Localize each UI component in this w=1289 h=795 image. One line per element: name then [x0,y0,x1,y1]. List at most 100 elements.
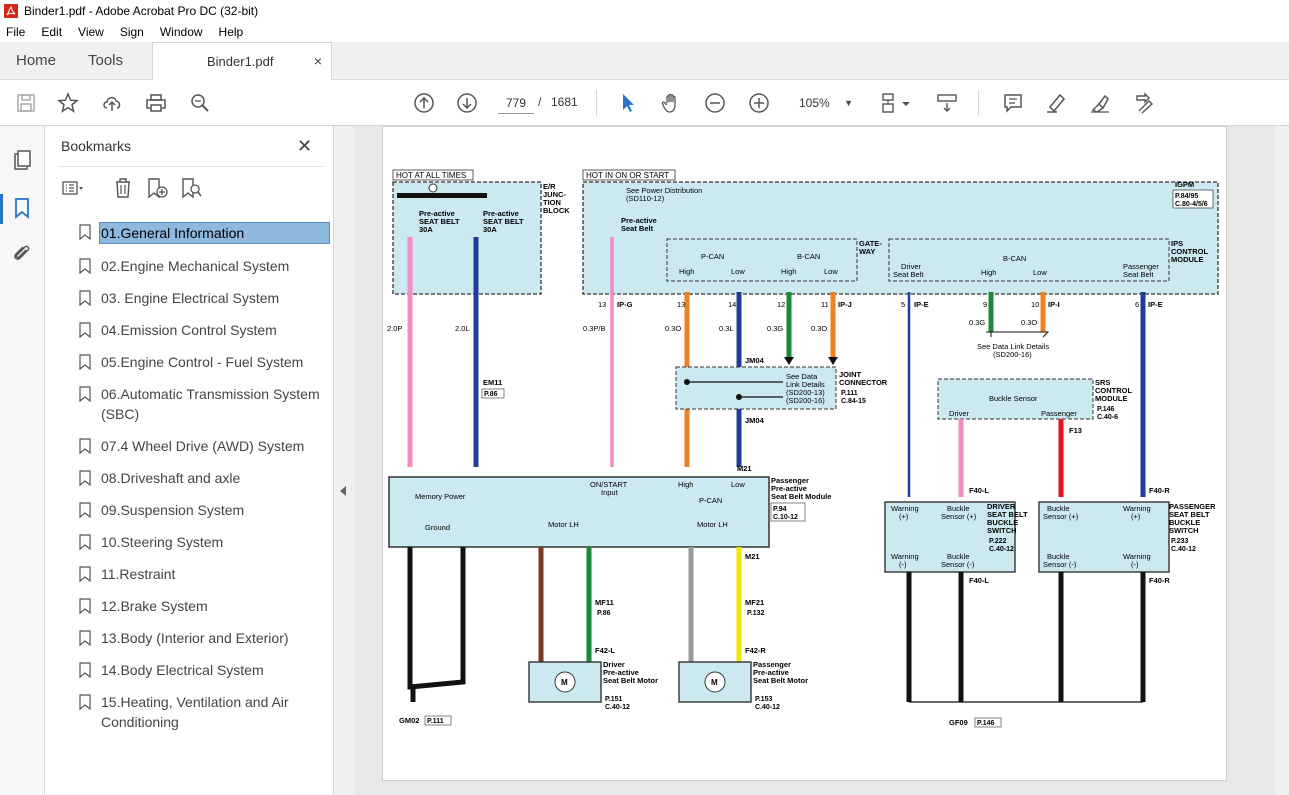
fill-sign-icon[interactable] [1132,91,1156,115]
bookmark-item[interactable]: 04.Emission Control System [75,320,330,340]
add-bookmark-icon[interactable] [145,176,169,200]
high-label-2: High [781,267,796,276]
pin-14: 14 [728,300,736,309]
select-cursor-icon[interactable] [616,91,640,115]
fuse1-line3: 30A [419,225,433,234]
bookmark-item[interactable]: 05.Engine Control - Fuel System [75,352,330,372]
bookmark-icon [79,470,91,486]
panel-collapse-strip[interactable] [334,126,354,795]
close-tab-icon[interactable]: × [314,53,322,69]
jc-node [736,394,742,400]
page-number-input[interactable]: 779 [498,92,534,114]
bookmarks-panel: Bookmarks ✕ 01.General Information 02.En… [45,126,334,795]
hand-tool-icon[interactable] [659,91,683,115]
highlight-pen-icon[interactable] [1044,91,1068,115]
fit-page-chevron-icon[interactable] [900,91,912,115]
bookmark-list: 01.General Information 02.Engine Mechani… [75,222,330,744]
zoom-out-icon[interactable] [703,91,727,115]
bookmark-item[interactable]: 07.4 Wheel Drive (AWD) System [75,436,330,456]
f40r-top: F40-R [1149,486,1170,495]
f42l-label: F42-L [595,646,615,655]
gauge-03pb: 0.3P/B [583,324,606,333]
bookmark-item[interactable]: 14.Body Electrical System [75,660,330,680]
scroll-mode-icon[interactable] [935,91,959,115]
bookmark-item[interactable]: 01.General Information [75,222,330,244]
hot-in-on-start: HOT IN ON OR START [586,171,669,180]
bookmark-item[interactable]: 12.Brake System [75,596,330,616]
module-ref-2: C.10-12 [773,514,798,521]
bookmarks-icon[interactable] [10,196,34,220]
zoom-search-icon[interactable] [188,91,212,115]
bookmark-label: 05.Engine Control - Fuel System [101,354,304,370]
attachments-icon[interactable] [10,242,34,266]
draw-signature-icon[interactable] [1088,91,1112,115]
bookmark-item[interactable]: 15.Heating, Ventilation and Air Conditio… [75,692,330,732]
next-page-icon[interactable] [455,91,479,115]
tab-home[interactable]: Home [16,42,56,80]
tab-document[interactable]: Binder1.pdf × [152,42,332,81]
conn-ipe: IP-E [914,300,929,309]
tab-tools[interactable]: Tools [88,42,123,80]
bookmark-search-icon[interactable] [179,176,203,200]
arrow-down [784,357,794,365]
upload-cloud-icon[interactable] [100,91,124,115]
bookmark-item[interactable]: 08.Driveshaft and axle [75,468,330,488]
gf09-label: GF09 [949,718,968,727]
bookmarks-toolbar [59,176,259,202]
bcan-label-2: B-CAN [1003,254,1026,263]
bookmark-item[interactable]: 02.Engine Mechanical System [75,256,330,276]
pass-warning-minus-2: (-) [1131,560,1139,569]
menu-window[interactable]: Window [158,25,205,39]
menu-view[interactable]: View [76,25,106,39]
warning-minus-2: (-) [899,560,907,569]
bookmark-icon [79,386,91,402]
pass-buckle-minus-2: Sensor (-) [1043,560,1077,569]
bookmark-options-icon[interactable] [61,176,85,200]
menu-help[interactable]: Help [217,25,246,39]
delete-bookmark-icon[interactable] [111,176,135,200]
motor-m: M [561,678,568,687]
fit-page-icon[interactable] [878,91,902,115]
bookmark-item[interactable]: 11.Restraint [75,564,330,584]
pass-motor-4: P.153 [755,696,772,703]
gm02-ref: P.111 [427,718,444,725]
m21-label: M21 [737,464,752,473]
bookmark-item[interactable]: 09.Suspension System [75,500,330,520]
bookmark-item[interactable]: 03. Engine Electrical System [75,288,330,308]
comment-icon[interactable] [1001,91,1025,115]
previous-page-icon[interactable] [412,91,436,115]
em11-label: EM11 [483,378,502,387]
driver-motor-4: P.151 [605,696,622,703]
bookmark-item[interactable]: 13.Body (Interior and Exterior) [75,628,330,648]
print-icon[interactable] [144,91,168,115]
menu-file[interactable]: File [4,25,27,39]
zoom-level-select[interactable]: 105% ▼ [793,92,857,114]
menu-edit[interactable]: Edit [39,25,64,39]
pin-11: 11 [821,300,829,309]
bookmark-item[interactable]: 06.Automatic Transmission System (SBC) [75,384,330,424]
vertical-scrollbar[interactable] [1275,126,1289,795]
document-view[interactable]: HOT AT ALL TIMES E/R JUNC- TION BLOCK Pr… [354,126,1289,795]
bookmark-icon [79,566,91,582]
mf11-ref: P.86 [597,610,611,617]
gauge-03o: 0.3O [665,324,681,333]
conn-ipe-2: IP-E [1148,300,1163,309]
motor-lh-2: Motor LH [697,520,728,529]
page-thumbnails-icon[interactable] [10,148,34,172]
mf11-label: MF11 [595,598,614,607]
motor-lh-1: Motor LH [548,520,579,529]
gateway-label-2: WAY [859,247,875,256]
jc-node [684,379,690,385]
seatbelt-module [388,476,770,548]
bookmark-item[interactable]: 10.Steering System [75,532,330,552]
tab-bar: Home Tools Binder1.pdf × [0,42,1289,81]
star-icon[interactable] [56,91,80,115]
menu-sign[interactable]: Sign [118,25,146,39]
zoom-in-icon[interactable] [747,91,771,115]
close-panel-icon[interactable]: ✕ [297,136,312,157]
collapse-arrow-icon[interactable] [340,486,346,496]
save-icon[interactable] [14,91,38,115]
bookmark-label: 15.Heating, Ventilation and Air Conditio… [101,694,289,730]
warning-plus-2: (+) [899,512,909,521]
bookmark-icon [79,598,91,614]
